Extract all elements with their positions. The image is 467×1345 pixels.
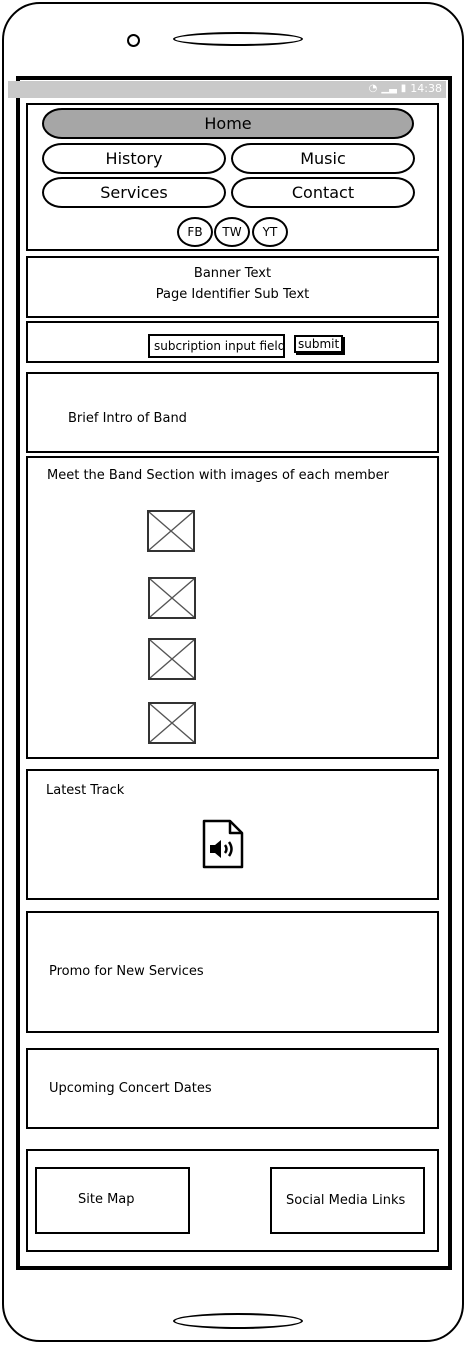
band-section-title: Meet the Band Section with images of eac… <box>47 468 390 483</box>
signal-icon: ▁▃ <box>381 83 397 94</box>
promo-text: Promo for New Services <box>49 964 204 979</box>
promo-section: Promo for New Services <box>26 911 439 1033</box>
concerts-text: Upcoming Concert Dates <box>49 1081 212 1096</box>
banner-subtitle: Page Identifier Sub Text <box>155 287 310 302</box>
battery-icon: ▮ <box>400 83 407 94</box>
social-media-label: Social Media Links <box>286 1193 406 1208</box>
youtube-button[interactable]: YT <box>252 217 288 247</box>
site-map-link[interactable]: Site Map <box>35 1167 190 1234</box>
concerts-section: Upcoming Concert Dates <box>26 1048 439 1129</box>
banner: Banner Text Page Identifier Sub Text <box>26 256 439 318</box>
member-image <box>147 510 195 552</box>
nav-services-button[interactable]: Services <box>42 177 226 208</box>
nav-home-button[interactable]: Home <box>42 108 414 139</box>
facebook-button[interactable]: FB <box>177 217 213 247</box>
status-time: 14:38 <box>410 82 442 95</box>
audio-file-icon[interactable] <box>202 819 244 869</box>
nav-music-button[interactable]: Music <box>231 143 415 174</box>
banner-title: Banner Text <box>193 266 272 281</box>
speaker-slot <box>173 32 303 46</box>
band-section: Meet the Band Section with images of eac… <box>26 456 439 759</box>
twitter-button[interactable]: TW <box>214 217 250 247</box>
member-image <box>148 638 196 680</box>
home-button[interactable] <box>173 1313 303 1329</box>
latest-track-title: Latest Track <box>46 783 125 798</box>
status-bar: ◔ ▁▃ ▮ 14:38 <box>8 81 446 98</box>
intro-section: Brief Intro of Band <box>26 372 439 453</box>
submit-button[interactable]: submit <box>294 335 344 353</box>
camera-icon <box>127 34 140 47</box>
member-image <box>148 702 196 744</box>
social-media-links[interactable]: Social Media Links <box>270 1167 425 1234</box>
intro-text: Brief Intro of Band <box>68 411 187 426</box>
wifi-icon: ◔ <box>368 83 378 94</box>
member-image <box>148 577 196 619</box>
subscription-input[interactable]: subcription input field <box>148 334 285 358</box>
nav-history-button[interactable]: History <box>42 143 226 174</box>
site-map-label: Site Map <box>78 1192 135 1207</box>
nav-contact-button[interactable]: Contact <box>231 177 415 208</box>
